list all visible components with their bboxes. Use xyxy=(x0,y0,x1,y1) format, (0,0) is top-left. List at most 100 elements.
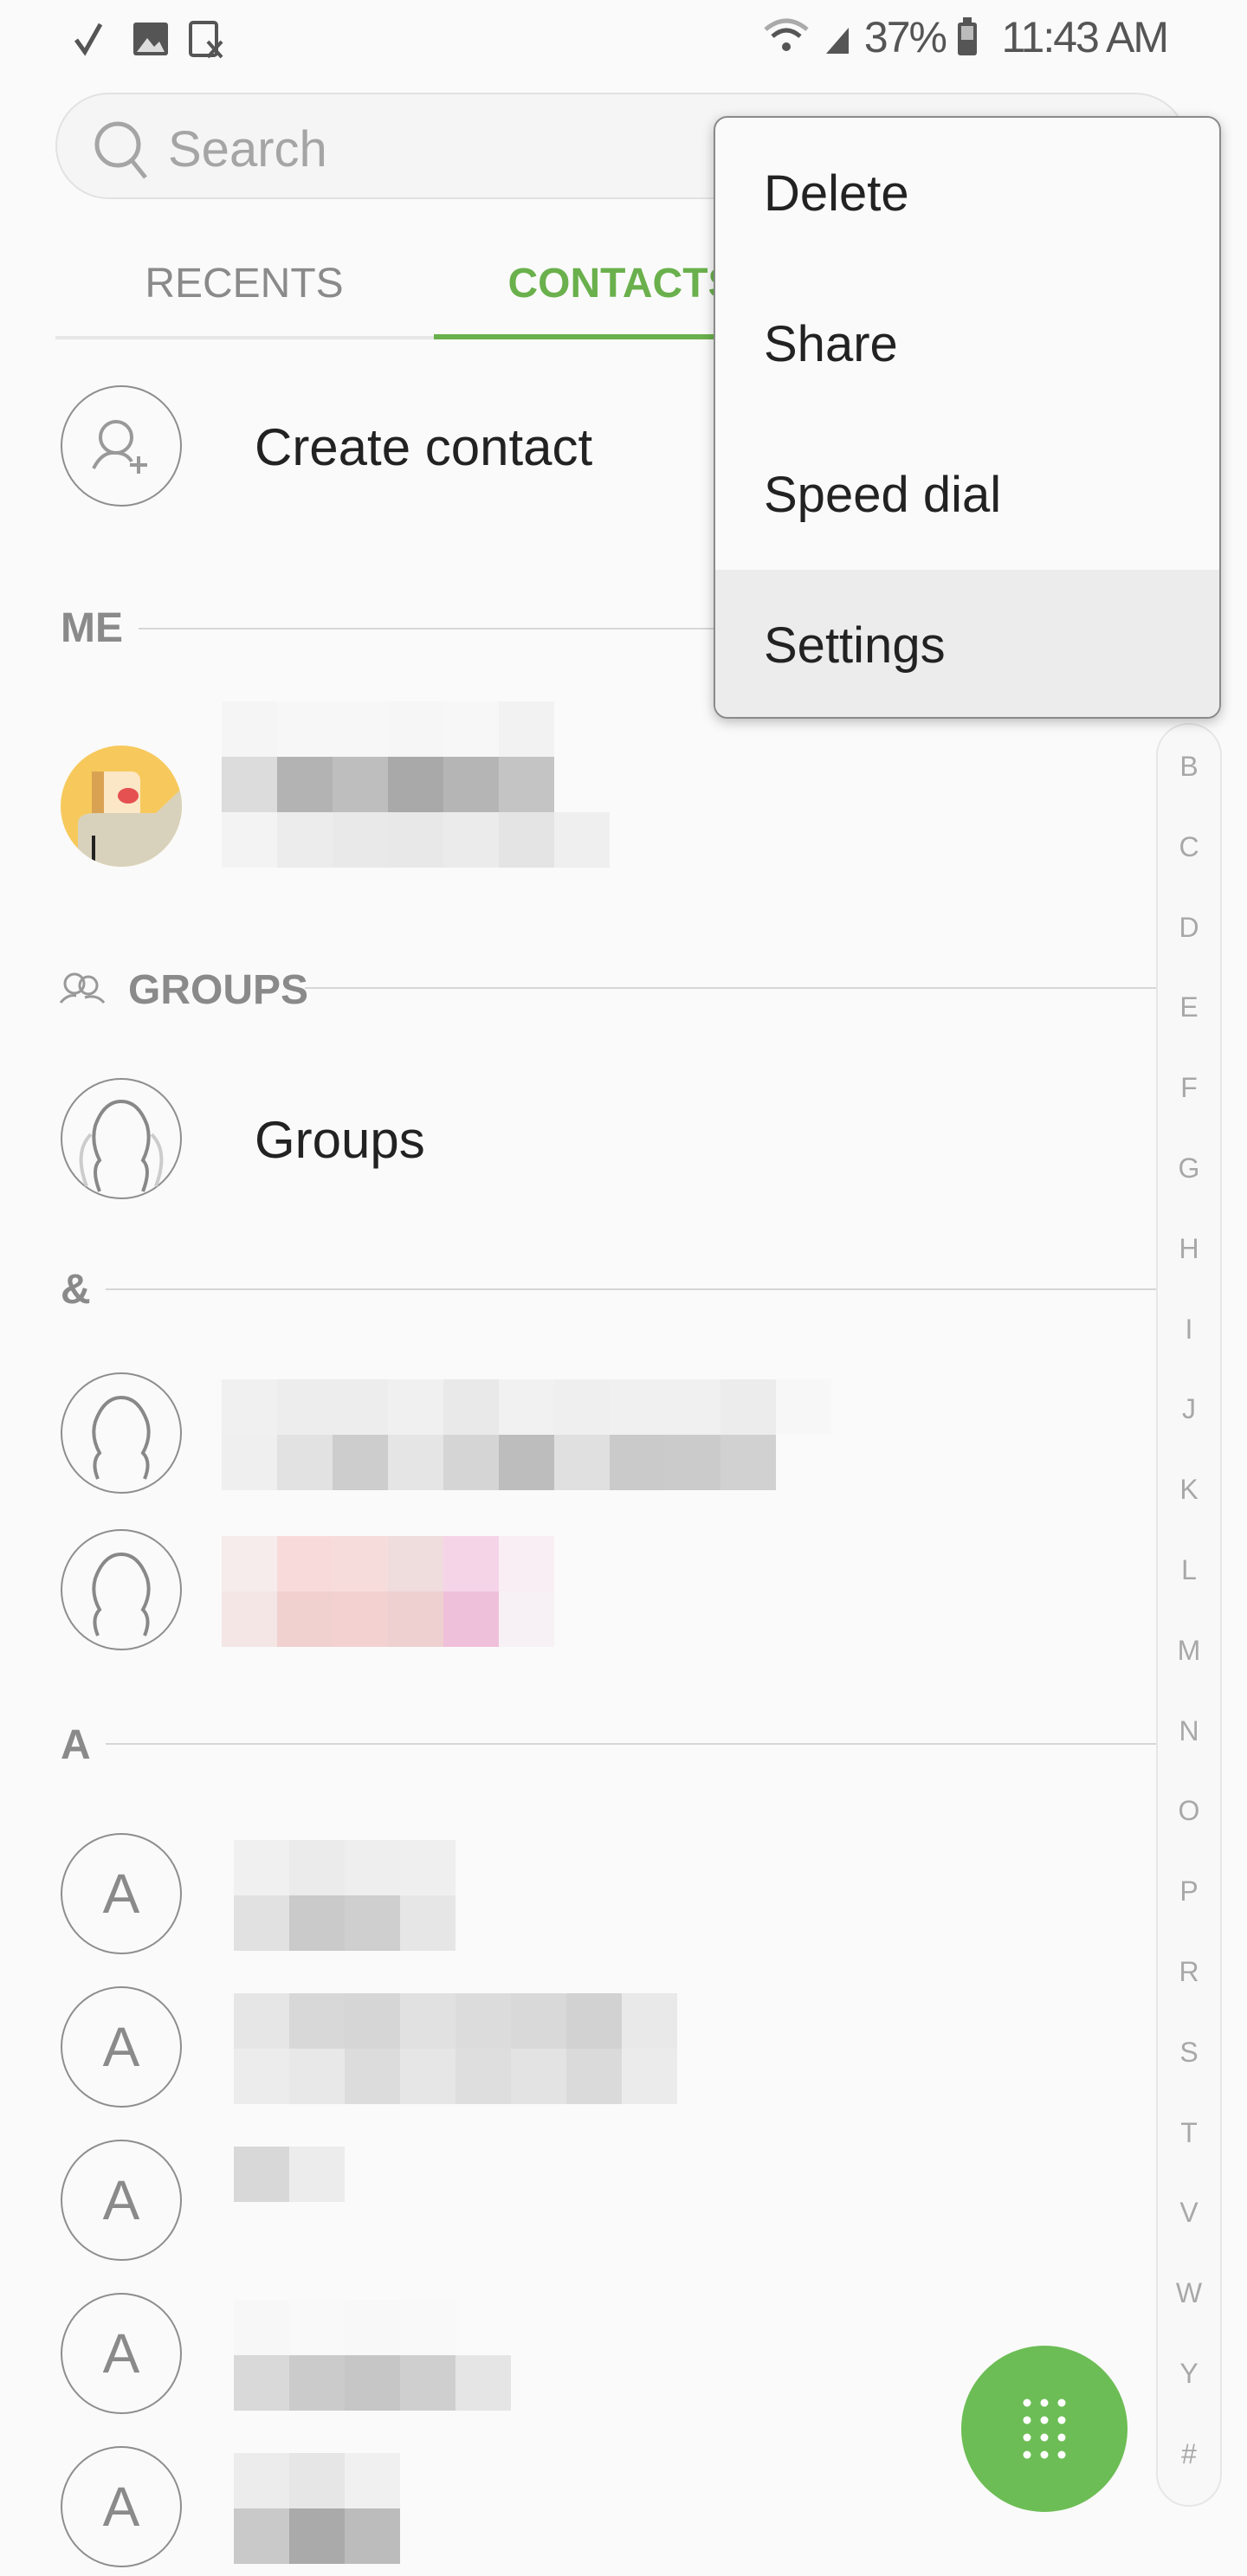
index-letter[interactable]: I xyxy=(1158,1314,1220,1346)
add-person-icon xyxy=(61,385,182,507)
redaction-block xyxy=(234,1993,289,2049)
redaction-block xyxy=(400,1895,456,1951)
index-letter[interactable]: Y xyxy=(1158,2358,1220,2390)
dialpad-button[interactable] xyxy=(961,2346,1127,2512)
clock: 11:43 AM xyxy=(1001,13,1169,61)
index-letter[interactable]: C xyxy=(1158,831,1220,863)
redaction-block xyxy=(554,1536,610,1591)
redaction-block xyxy=(388,757,443,812)
menu-item-speed-dial[interactable]: Speed dial xyxy=(715,419,1219,570)
redaction-block xyxy=(443,701,499,757)
redaction-block xyxy=(277,1379,333,1435)
redaction-block xyxy=(234,2147,289,2202)
redaction-block xyxy=(333,1435,388,1490)
redaction-block xyxy=(277,757,333,812)
redaction-block xyxy=(554,1435,610,1490)
index-letter[interactable]: P xyxy=(1158,1876,1220,1908)
redaction-block xyxy=(345,1840,400,1895)
redaction-block xyxy=(222,1379,277,1435)
index-letter[interactable]: G xyxy=(1158,1152,1220,1185)
redaction-block xyxy=(400,2300,456,2355)
redaction-block xyxy=(222,1591,277,1647)
redaction-block xyxy=(289,1895,345,1951)
menu-item-share[interactable]: Share xyxy=(715,268,1219,419)
index-letter[interactable]: N xyxy=(1158,1715,1220,1747)
letter-avatar: A xyxy=(61,2446,182,2567)
index-letter[interactable]: S xyxy=(1158,2037,1220,2069)
redaction-block xyxy=(234,2355,289,2411)
index-letter[interactable]: F xyxy=(1158,1072,1220,1104)
redaction-block xyxy=(443,1536,499,1591)
redaction-block xyxy=(456,2355,511,2411)
redaction-block xyxy=(277,1435,333,1490)
index-letter[interactable]: W xyxy=(1158,2277,1220,2309)
menu-item-delete[interactable]: Delete xyxy=(715,118,1219,268)
redaction-block xyxy=(345,2453,400,2508)
alphabet-index-scroller[interactable]: B C D E F G H I J K L M N O P R S T V W Y # xyxy=(1156,723,1222,2507)
redaction-block xyxy=(289,2300,345,2355)
status-bar: 37% 11:43 AM xyxy=(0,0,1247,73)
redaction-block xyxy=(277,1536,333,1591)
redaction-block xyxy=(610,1379,665,1435)
redaction-block xyxy=(333,1591,388,1647)
redaction-block xyxy=(333,1379,388,1435)
contact-row[interactable]: A xyxy=(55,1986,1147,2116)
groups-icon xyxy=(59,972,106,1004)
contact-name-redacted xyxy=(222,1536,610,1647)
groups-label: Groups xyxy=(255,1111,425,1169)
redaction-block xyxy=(289,2049,345,2104)
redaction-block xyxy=(345,2355,400,2411)
index-letter[interactable]: R xyxy=(1158,1956,1220,1988)
index-letter[interactable]: L xyxy=(1158,1554,1220,1586)
contact-name-redacted xyxy=(222,1379,831,1490)
index-letter[interactable]: E xyxy=(1158,991,1220,1023)
redaction-block xyxy=(388,1536,443,1591)
my-name-redacted xyxy=(222,701,610,868)
index-letter[interactable]: J xyxy=(1158,1393,1220,1425)
redaction-block xyxy=(289,1993,345,2049)
redaction-block xyxy=(289,1840,345,1895)
redaction-block xyxy=(277,701,333,757)
redaction-block xyxy=(388,701,443,757)
contact-row[interactable] xyxy=(55,1372,1147,1502)
contact-row[interactable] xyxy=(55,1529,1147,1659)
index-letter[interactable]: # xyxy=(1158,2438,1220,2470)
contact-row[interactable]: A xyxy=(55,1833,1147,1963)
redaction-block xyxy=(554,757,610,812)
redaction-block xyxy=(776,1435,831,1490)
index-letter[interactable]: V xyxy=(1158,2197,1220,2229)
redaction-block xyxy=(443,1379,499,1435)
divider xyxy=(106,1743,1156,1745)
index-letter[interactable]: H xyxy=(1158,1233,1220,1265)
index-letter[interactable]: T xyxy=(1158,2117,1220,2149)
redaction-block xyxy=(345,2508,400,2564)
my-profile-row[interactable] xyxy=(55,701,1147,909)
groups-row[interactable]: Groups xyxy=(55,1074,1147,1204)
index-letter[interactable]: D xyxy=(1158,912,1220,944)
dialpad-icon xyxy=(1023,2398,1066,2459)
avatar-initial: A xyxy=(102,2476,140,2538)
contact-name-redacted xyxy=(234,2453,400,2564)
redaction-block xyxy=(289,2147,345,2202)
index-letter[interactable]: O xyxy=(1158,1795,1220,1827)
redaction-block xyxy=(345,1895,400,1951)
redaction-block xyxy=(234,1895,289,1951)
redaction-block xyxy=(333,757,388,812)
redaction-block xyxy=(456,2049,511,2104)
redaction-block xyxy=(289,2508,345,2564)
redaction-block xyxy=(222,812,277,868)
index-letter[interactable]: B xyxy=(1158,751,1220,783)
menu-item-settings[interactable]: Settings xyxy=(715,570,1219,717)
section-header-a: A xyxy=(61,1722,91,1768)
section-header-ampersand: & xyxy=(61,1267,91,1313)
index-letter[interactable]: M xyxy=(1158,1635,1220,1667)
tab-recents[interactable]: RECENTS xyxy=(55,242,433,339)
redaction-block xyxy=(333,812,388,868)
redaction-block xyxy=(289,2453,345,2508)
redaction-block xyxy=(333,701,388,757)
index-letter[interactable]: K xyxy=(1158,1474,1220,1506)
contact-row[interactable]: A xyxy=(55,2140,1147,2269)
redaction-block xyxy=(554,1591,610,1647)
redaction-block xyxy=(456,2300,511,2355)
redaction-block xyxy=(456,1993,511,2049)
